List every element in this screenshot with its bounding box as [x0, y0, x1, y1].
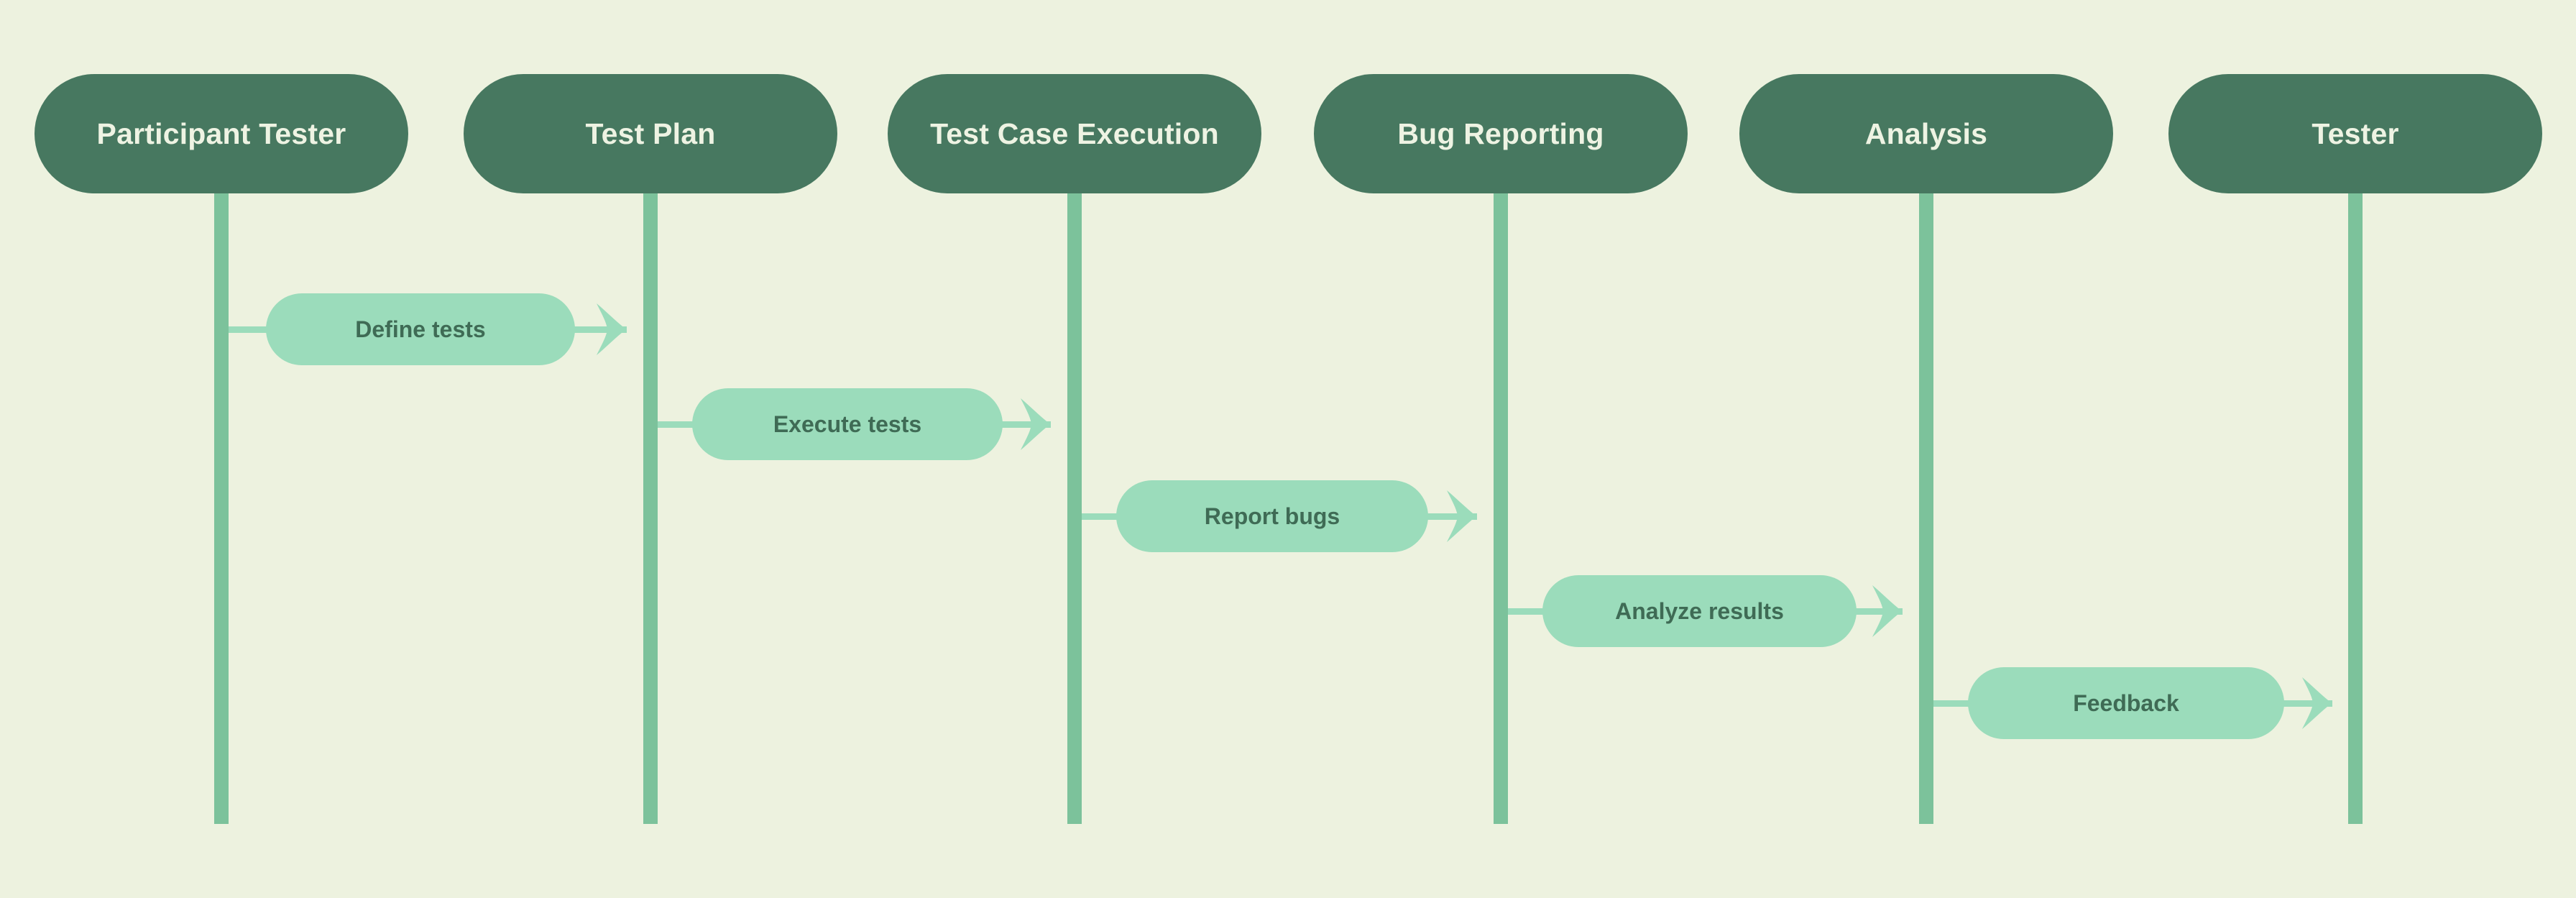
participant-label-tester: Tester: [2312, 116, 2399, 150]
arrow-head-icon-execute-tests: [1018, 397, 1051, 452]
lifeline-participant-tester: [214, 193, 229, 824]
lifeline-analysis: [1919, 193, 1933, 824]
participant-box-analysis[interactable]: Analysis: [1739, 74, 2113, 193]
lifeline-test-plan: [643, 193, 658, 824]
message-bubble-report-bugs[interactable]: Report bugs: [1116, 480, 1428, 552]
message-bubble-define-tests[interactable]: Define tests: [266, 293, 575, 365]
lifeline-test-case-execution: [1067, 193, 1082, 824]
participant-label-bug-reporting: Bug Reporting: [1397, 116, 1604, 150]
participant-box-test-plan[interactable]: Test Plan: [464, 74, 837, 193]
message-label-feedback: Feedback: [2073, 690, 2179, 716]
message-label-execute-tests: Execute tests: [773, 411, 922, 437]
arrow-head-icon-feedback: [2299, 676, 2332, 730]
message-bubble-feedback[interactable]: Feedback: [1968, 667, 2284, 739]
message-label-analyze-results: Analyze results: [1615, 598, 1784, 624]
participant-box-bug-reporting[interactable]: Bug Reporting: [1314, 74, 1688, 193]
arrow-head-icon-report-bugs: [1444, 489, 1477, 544]
participant-label-test-case-execution: Test Case Execution: [930, 116, 1219, 150]
participant-label-analysis: Analysis: [1864, 116, 1988, 150]
arrow-head-icon-analyze-results: [1869, 584, 1903, 638]
participant-label-test-plan: Test Plan: [585, 116, 716, 150]
message-label-define-tests: Define tests: [355, 316, 486, 342]
participant-box-test-case-execution[interactable]: Test Case Execution: [888, 74, 1261, 193]
participant-box-tester[interactable]: Tester: [2168, 74, 2542, 193]
message-bubble-analyze-results[interactable]: Analyze results: [1542, 575, 1857, 647]
message-label-report-bugs: Report bugs: [1204, 503, 1340, 529]
message-bubble-execute-tests[interactable]: Execute tests: [692, 388, 1003, 460]
lifeline-tester: [2348, 193, 2363, 824]
participant-label-participant-tester: Participant Tester: [96, 116, 346, 150]
sequence-diagram-canvas: Participant Tester Test Plan Test Case Exe…: [0, 0, 2576, 898]
lifeline-bug-reporting: [1494, 193, 1508, 824]
arrow-head-icon-define-tests: [594, 302, 627, 357]
participant-box-participant-tester[interactable]: Participant Tester: [34, 74, 408, 193]
